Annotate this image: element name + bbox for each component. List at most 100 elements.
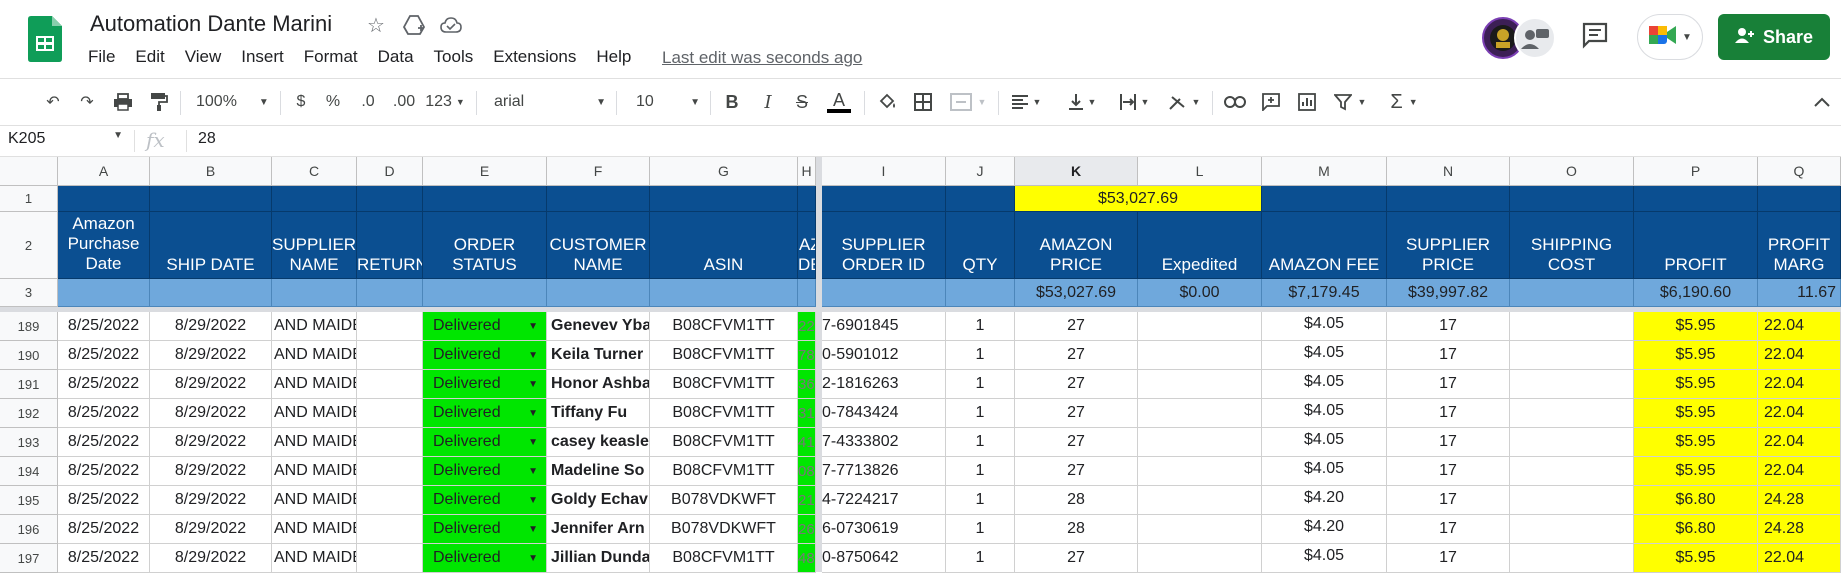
table-cell[interactable]: 1 xyxy=(946,370,1015,399)
table-cell[interactable]: AND MAIDEN xyxy=(272,370,357,399)
order-status-dropdown[interactable]: Delivered ▼ xyxy=(423,312,547,341)
table-cell[interactable] xyxy=(1138,370,1262,399)
column-header-b[interactable]: B xyxy=(150,157,272,186)
menu-data[interactable]: Data xyxy=(378,47,414,67)
header-band-cell[interactable] xyxy=(547,186,650,212)
table-cell[interactable]: 17 xyxy=(1387,312,1510,341)
fill-color-icon[interactable] xyxy=(874,89,900,115)
header-band-cell[interactable] xyxy=(1758,186,1841,212)
percent-format-button[interactable]: % xyxy=(322,89,344,115)
column-header-q[interactable]: Q xyxy=(1758,157,1841,186)
total-amazon-price-cell[interactable]: $53,027.69 xyxy=(1015,186,1262,212)
totals-cell-p[interactable]: $6,190.60 xyxy=(1634,279,1758,307)
table-cell[interactable]: B08CFVM1TT xyxy=(650,341,798,370)
table-cell[interactable]: 1 xyxy=(946,399,1015,428)
table-cell[interactable]: AND MAIDEN xyxy=(272,515,357,544)
totals-cell-h[interactable] xyxy=(798,279,816,307)
totals-cell-o[interactable] xyxy=(1510,279,1634,307)
table-cell[interactable]: 310 xyxy=(798,399,816,428)
table-cell[interactable]: $4.05 xyxy=(1262,370,1387,399)
table-cell[interactable] xyxy=(1510,428,1634,457)
header-band-cell[interactable] xyxy=(423,186,547,212)
table-cell[interactable]: $5.95 xyxy=(1634,428,1758,457)
text-wrapping-icon[interactable]: ▼ xyxy=(1116,89,1152,115)
table-cell[interactable]: 0-5901012 xyxy=(822,341,946,370)
totals-cell-d[interactable] xyxy=(357,279,423,307)
table-cell[interactable]: 7-6901845 xyxy=(822,312,946,341)
decrease-decimal-button[interactable]: .0 xyxy=(354,89,382,115)
table-cell[interactable]: $4.20 xyxy=(1262,486,1387,515)
table-cell[interactable]: AND MAIDEN xyxy=(272,341,357,370)
totals-cell-f[interactable] xyxy=(547,279,650,307)
table-cell[interactable]: 087 xyxy=(798,457,816,486)
column-header-l[interactable]: L xyxy=(1138,157,1262,186)
row-header[interactable]: 191 xyxy=(0,370,58,399)
row-header[interactable]: 197 xyxy=(0,544,58,573)
table-cell[interactable]: 8/29/2022 xyxy=(150,312,272,341)
column-header-p[interactable]: P xyxy=(1634,157,1758,186)
table-cell[interactable]: 1 xyxy=(946,428,1015,457)
totals-cell-j[interactable] xyxy=(946,279,1015,307)
table-cell[interactable]: AND MAIDEN xyxy=(272,457,357,486)
table-cell[interactable] xyxy=(357,312,423,341)
select-all-corner[interactable] xyxy=(0,157,58,186)
column-title-e[interactable]: ORDER STATUS xyxy=(423,212,547,279)
table-cell[interactable]: 8/29/2022 xyxy=(150,370,272,399)
menu-help[interactable]: Help xyxy=(596,47,631,67)
table-cell[interactable] xyxy=(357,428,423,457)
totals-cell-e[interactable] xyxy=(423,279,547,307)
totals-cell-m[interactable]: $7,179.45 xyxy=(1262,279,1387,307)
column-header-n[interactable]: N xyxy=(1387,157,1510,186)
merge-cells-icon[interactable]: ▼ xyxy=(946,89,990,115)
table-cell[interactable] xyxy=(1510,370,1634,399)
undo-icon[interactable]: ↶ xyxy=(40,89,66,115)
table-cell[interactable]: 27 xyxy=(1015,457,1138,486)
table-cell[interactable] xyxy=(357,399,423,428)
totals-cell-a[interactable] xyxy=(58,279,150,307)
anonymous-viewer-icon[interactable] xyxy=(1514,17,1556,59)
table-cell[interactable]: $4.05 xyxy=(1262,341,1387,370)
column-title-o[interactable]: SHIPPING COST xyxy=(1510,212,1634,279)
table-cell[interactable]: 4-7224217 xyxy=(822,486,946,515)
functions-icon[interactable]: Σ ▼ xyxy=(1384,89,1424,115)
table-cell[interactable]: 17 xyxy=(1387,457,1510,486)
table-cell[interactable]: AND MAIDEN xyxy=(272,428,357,457)
table-cell[interactable]: 17 xyxy=(1387,515,1510,544)
table-cell[interactable]: 24.28 xyxy=(1758,486,1841,515)
menu-tools[interactable]: Tools xyxy=(434,47,474,67)
table-cell[interactable]: $4.05 xyxy=(1262,312,1387,341)
collapse-toolbar-icon[interactable] xyxy=(1810,89,1834,115)
table-cell[interactable]: $5.95 xyxy=(1634,544,1758,573)
table-cell[interactable] xyxy=(357,544,423,573)
column-header-j[interactable]: J xyxy=(946,157,1015,186)
column-header-i[interactable]: I xyxy=(822,157,946,186)
table-cell[interactable]: 27 xyxy=(1015,341,1138,370)
table-cell[interactable]: 22.04 xyxy=(1758,341,1841,370)
table-cell[interactable]: 1 xyxy=(946,486,1015,515)
table-cell[interactable]: B08CFVM1TT xyxy=(650,428,798,457)
header-band-cell[interactable] xyxy=(1510,186,1634,212)
menu-extensions[interactable]: Extensions xyxy=(493,47,576,67)
menu-edit[interactable]: Edit xyxy=(135,47,164,67)
table-cell[interactable]: 8/29/2022 xyxy=(150,544,272,573)
font-size-select[interactable]: 10 ▼ xyxy=(636,89,700,115)
totals-cell-l[interactable]: $0.00 xyxy=(1138,279,1262,307)
order-status-dropdown[interactable]: Delivered ▼ xyxy=(423,341,547,370)
sheets-logo-icon[interactable] xyxy=(28,16,62,62)
header-band-cell[interactable] xyxy=(1634,186,1758,212)
table-cell[interactable]: 8/25/2022 xyxy=(58,457,150,486)
strikethrough-button[interactable]: S xyxy=(790,89,814,115)
column-title-g[interactable]: ASIN xyxy=(650,212,798,279)
header-band-cell[interactable] xyxy=(272,186,357,212)
column-title-l[interactable]: Expedited xyxy=(1138,212,1262,279)
column-header-o[interactable]: O xyxy=(1510,157,1634,186)
table-cell[interactable]: 8/25/2022 xyxy=(58,515,150,544)
menu-format[interactable]: Format xyxy=(304,47,358,67)
table-cell[interactable]: 22.04 xyxy=(1758,428,1841,457)
table-cell[interactable]: 8/29/2022 xyxy=(150,457,272,486)
table-cell[interactable]: 17 xyxy=(1387,341,1510,370)
table-cell[interactable]: 1 xyxy=(946,312,1015,341)
table-cell[interactable]: AND MAIDEN xyxy=(272,312,357,341)
table-cell[interactable]: 27 xyxy=(1015,312,1138,341)
order-status-dropdown[interactable]: Delivered ▼ xyxy=(423,457,547,486)
